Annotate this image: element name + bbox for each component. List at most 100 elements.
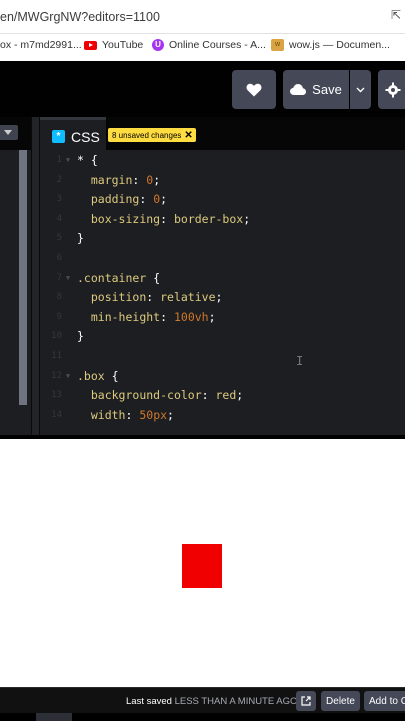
fold-arrow-icon[interactable]: ▼ xyxy=(62,153,74,173)
html-editor-pane[interactable] xyxy=(0,117,31,435)
editor-area: * CSS 8 unsaved changes ✕ 1 ▼ * { 2 marg… xyxy=(0,117,405,435)
css-value: 0 xyxy=(146,172,154,187)
save-label: Save xyxy=(312,82,342,97)
line-number: 2 xyxy=(56,174,62,185)
css-value: red xyxy=(215,388,237,403)
tab-title: CSS xyxy=(71,128,100,145)
brace: } xyxy=(77,329,84,344)
add-to-collection-button[interactable]: Add to C xyxy=(364,691,405,711)
wowjs-icon: w xyxy=(271,39,284,51)
unsaved-changes-badge[interactable]: 8 unsaved changes ✕ xyxy=(108,128,196,142)
app-header: Save xyxy=(0,61,405,117)
bookmark-item-udemy[interactable]: U Online Courses - A... xyxy=(152,39,266,51)
css-value: 100vh xyxy=(173,309,209,324)
line-number: 5 xyxy=(56,233,62,244)
code-line: 11 xyxy=(40,349,405,369)
code-line: 1 ▼ * { xyxy=(40,153,405,173)
open-external-button[interactable] xyxy=(296,691,316,711)
css-value: border-box xyxy=(173,211,244,226)
heart-icon xyxy=(246,83,262,96)
css-property: margin xyxy=(90,172,133,187)
css-property: min-height xyxy=(90,309,161,324)
browser-url-bar[interactable]: en/MWGrgNW?editors=1100 ⇱ xyxy=(0,0,405,34)
css-property: background-color xyxy=(90,388,202,403)
gear-icon xyxy=(385,82,401,97)
css-value: relative xyxy=(160,290,216,305)
line-number: 12 xyxy=(51,370,62,381)
red-box xyxy=(182,544,222,588)
tab-css[interactable]: * CSS xyxy=(40,117,106,153)
css-property: width xyxy=(90,407,126,422)
share-icon[interactable]: ⇱ xyxy=(391,8,403,22)
bookmark-item-youtube[interactable]: YouTube xyxy=(84,39,143,51)
external-link-icon xyxy=(301,696,311,706)
css-property: box-sizing xyxy=(90,211,161,226)
code-line: 14 width: 50px; xyxy=(40,408,405,428)
selector: .box xyxy=(77,368,112,383)
code-line: 7 ▼ .container { xyxy=(40,271,405,291)
brace: { xyxy=(90,153,98,167)
last-saved-time: LESS THAN A MINUTE AGO xyxy=(174,696,298,707)
brace: { xyxy=(111,368,119,383)
line-number: 6 xyxy=(56,253,62,263)
code-line: 4 box-sizing: border-box; xyxy=(40,212,405,232)
code-line: 5 } xyxy=(40,231,405,251)
love-button[interactable] xyxy=(232,70,276,109)
code-line: 2 margin: 0; xyxy=(40,173,405,193)
bookmark-label: Online Courses - A... xyxy=(169,39,266,51)
line-number: 14 xyxy=(51,409,62,420)
css-property: position xyxy=(90,290,147,305)
udemy-icon: U xyxy=(152,39,164,51)
code-line: 6 xyxy=(40,251,405,271)
fold-arrow-icon[interactable]: ▼ xyxy=(62,369,74,389)
save-options-dropdown[interactable] xyxy=(350,70,371,109)
html-tab-bar xyxy=(0,117,31,150)
save-button[interactable]: Save xyxy=(283,70,349,109)
code-editor[interactable]: 1 ▼ * { 2 margin: 0; 3 padding: 0; 4 box… xyxy=(40,153,405,435)
selector: .container xyxy=(77,270,154,285)
code-line: 3 padding: 0; xyxy=(40,192,405,212)
line-number: 8 xyxy=(56,292,62,303)
url-text[interactable]: en/MWGrgNW?editors=1100 xyxy=(0,10,160,24)
last-saved-prefix: Last saved xyxy=(126,696,175,707)
css-value: 0 xyxy=(153,192,161,207)
line-number: 1 xyxy=(56,155,62,165)
bookmark-label: wow.js — Documen... xyxy=(289,39,390,51)
youtube-icon xyxy=(84,40,97,50)
chevron-down-icon xyxy=(356,87,365,92)
delete-button[interactable]: Delete xyxy=(321,691,360,711)
editor-resize-handle[interactable] xyxy=(31,117,40,435)
fold-arrow-icon[interactable]: ▼ xyxy=(62,271,74,291)
bookmark-item-wowjs[interactable]: w wow.js — Documen... xyxy=(271,39,390,51)
text-cursor-icon: I xyxy=(296,354,304,368)
code-line: 12 ▼ .box { xyxy=(40,369,405,389)
css-value: 50px xyxy=(139,407,168,422)
code-line: 8 position: relative; xyxy=(40,290,405,310)
css-editor-pane[interactable]: * CSS 8 unsaved changes ✕ 1 ▼ * { 2 marg… xyxy=(40,117,405,435)
selector: * xyxy=(77,153,91,167)
brace: } xyxy=(77,231,84,246)
line-number: 4 xyxy=(56,213,62,224)
line-number: 13 xyxy=(51,390,62,401)
line-number: 10 xyxy=(51,331,62,342)
brace: { xyxy=(153,270,161,285)
css-property: padding xyxy=(90,192,140,207)
line-number: 11 xyxy=(51,351,62,361)
collapse-editor-button[interactable] xyxy=(0,125,18,140)
code-line: 9 min-height: 100vh; xyxy=(40,310,405,330)
line-number: 3 xyxy=(56,194,62,205)
settings-button[interactable] xyxy=(378,70,405,109)
result-preview[interactable] xyxy=(0,435,405,687)
css-icon: * xyxy=(52,130,65,143)
line-number: 7 xyxy=(56,272,62,283)
bookmark-item-m7md[interactable]: ox - m7md2991... xyxy=(0,39,82,51)
bookmarks-bar: ox - m7md2991... YouTube U Online Course… xyxy=(0,34,405,60)
line-number: 9 xyxy=(56,311,62,322)
bookmark-label: YouTube xyxy=(102,39,144,51)
footer-bar: Last saved LESS THAN A MINUTE AGO Delete… xyxy=(0,687,405,721)
bookmark-label: ox - m7md2991... xyxy=(0,39,82,51)
close-icon[interactable]: ✕ xyxy=(184,130,192,141)
unsaved-label: 8 unsaved changes xyxy=(112,130,182,140)
code-line: 13 background-color: red; xyxy=(40,388,405,408)
editor-scrollbar[interactable] xyxy=(19,150,27,405)
